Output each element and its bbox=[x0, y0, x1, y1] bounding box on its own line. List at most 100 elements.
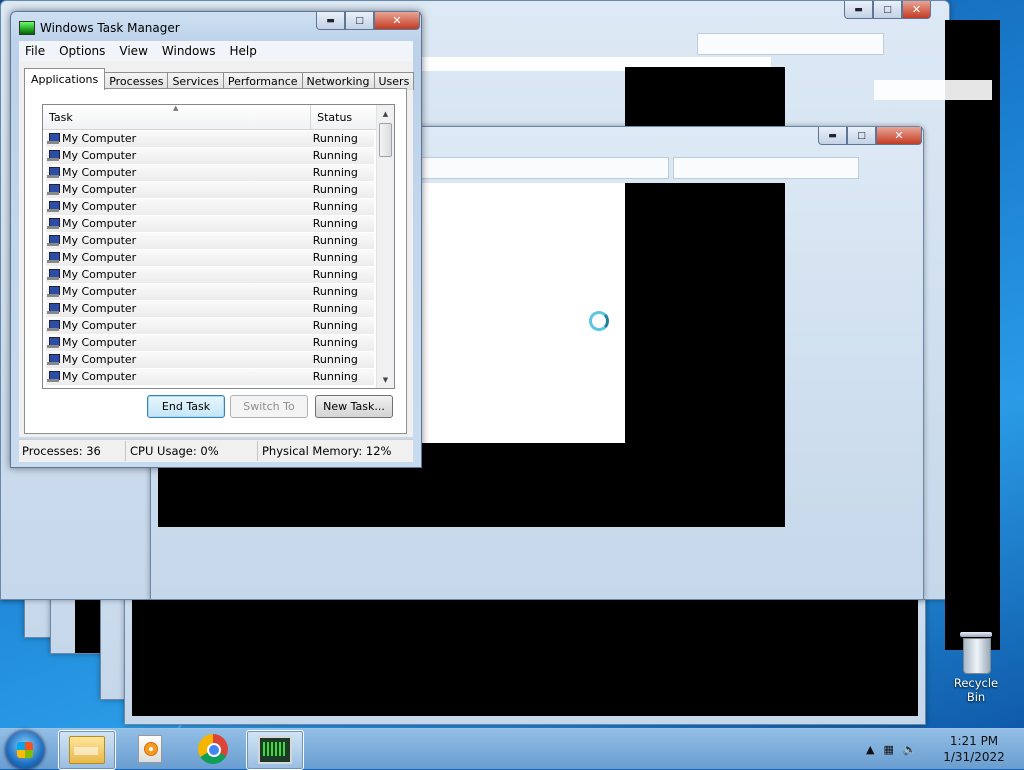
switch-to-button[interactable]: Switch To bbox=[230, 395, 308, 418]
table-row[interactable]: My Computer Running bbox=[46, 215, 374, 232]
column-header-status[interactable]: Status bbox=[311, 105, 376, 129]
taskbar-task-manager[interactable] bbox=[246, 730, 304, 770]
task-cell: My Computer bbox=[46, 351, 309, 368]
computer-icon bbox=[47, 133, 60, 144]
status-cell: Running bbox=[308, 130, 374, 147]
table-row[interactable]: My Computer Running bbox=[46, 164, 374, 181]
table-row[interactable]: My Computer Running bbox=[46, 198, 374, 215]
task-cell: My Computer bbox=[46, 300, 309, 317]
computer-icon bbox=[47, 235, 60, 246]
windows-explorer-icon bbox=[69, 736, 105, 764]
recycle-bin-icon bbox=[960, 632, 992, 674]
list-header: ▲ Task Status bbox=[43, 105, 376, 130]
status-cell: Running bbox=[308, 249, 374, 266]
maximize-button[interactable]: □ bbox=[345, 12, 374, 30]
end-task-button[interactable]: End Task bbox=[147, 395, 225, 418]
table-row[interactable]: My Computer Running bbox=[46, 181, 374, 198]
table-row[interactable]: My Computer Running bbox=[46, 283, 374, 300]
recycle-bin[interactable]: Recycle Bin bbox=[944, 632, 1008, 704]
start-button[interactable] bbox=[6, 731, 44, 769]
column-header-task-label: Task bbox=[49, 110, 73, 124]
caption-buttons: ▬ □ ✕ bbox=[844, 1, 931, 19]
status-cell: Running bbox=[308, 351, 374, 368]
task-manager-window: Windows Task Manager ▬ □ ✕ File Options … bbox=[10, 11, 422, 468]
menu-help[interactable]: Help bbox=[223, 44, 264, 58]
task-cell: My Computer bbox=[46, 334, 309, 351]
minimize-button[interactable]: ▬ bbox=[316, 12, 345, 30]
desktop: ▬ □ ✕ ▬ □ ✕ Recycle Bin Windows Task Man… bbox=[0, 0, 1024, 728]
network-icon[interactable]: ▦ bbox=[883, 743, 893, 756]
clock-date: 1/31/2022 bbox=[943, 750, 1005, 764]
tab-applications[interactable]: Applications bbox=[24, 68, 106, 90]
column-header-task[interactable]: ▲ Task bbox=[43, 105, 312, 129]
caption-buttons: ▬ □ ✕ bbox=[818, 127, 922, 145]
task-cell: My Computer bbox=[46, 317, 309, 334]
task-name: My Computer bbox=[62, 319, 137, 332]
table-row[interactable]: My Computer Running bbox=[46, 300, 374, 317]
vertical-scrollbar[interactable]: ▲ ▼ bbox=[376, 105, 394, 388]
status-cell: Running bbox=[308, 266, 374, 283]
table-row[interactable]: My Computer Running bbox=[46, 147, 374, 164]
minimize-button[interactable]: ▬ bbox=[818, 127, 847, 145]
address-bar[interactable] bbox=[697, 33, 884, 55]
table-row[interactable]: My Computer Running bbox=[46, 266, 374, 283]
new-task-button[interactable]: New Task... bbox=[315, 395, 393, 418]
scroll-thumb[interactable] bbox=[379, 123, 392, 157]
table-row[interactable]: My Computer Running bbox=[46, 130, 374, 147]
clock[interactable]: 1:21 PM 1/31/2022 bbox=[940, 733, 1008, 765]
status-cell: Running bbox=[308, 198, 374, 215]
ghost-window-black bbox=[945, 20, 1000, 650]
table-row[interactable]: My Computer Running bbox=[46, 249, 374, 266]
menu-view[interactable]: View bbox=[113, 44, 155, 58]
volume-icon[interactable]: 🔈 bbox=[903, 743, 917, 756]
status-cpu: CPU Usage: 0% bbox=[126, 441, 258, 461]
show-hidden-icons-icon[interactable]: ▲ bbox=[866, 743, 874, 756]
task-rows: My Computer Running My Computer Running My C… bbox=[46, 130, 374, 385]
maximize-button[interactable]: □ bbox=[847, 127, 876, 145]
maximize-button[interactable]: □ bbox=[873, 1, 902, 19]
table-row[interactable]: My Computer Running bbox=[46, 351, 374, 368]
task-cell: My Computer bbox=[46, 147, 309, 164]
client-area: Applications Processes Services Performa… bbox=[19, 61, 415, 437]
scroll-down-icon[interactable]: ▼ bbox=[377, 371, 394, 388]
task-cell: My Computer bbox=[46, 249, 309, 266]
task-list[interactable]: ▲ Task Status My Computer Running My Compu… bbox=[42, 104, 395, 389]
search-box[interactable] bbox=[673, 157, 859, 179]
taskbar-explorer[interactable] bbox=[58, 730, 116, 770]
status-memory: Physical Memory: 12% bbox=[262, 444, 392, 458]
task-name: My Computer bbox=[62, 370, 137, 383]
task-cell: My Computer bbox=[46, 215, 309, 232]
computer-icon bbox=[47, 286, 60, 297]
status-cell: Running bbox=[308, 232, 374, 249]
busy-cursor-icon bbox=[589, 311, 609, 331]
computer-icon bbox=[47, 167, 60, 178]
scroll-up-icon[interactable]: ▲ bbox=[377, 105, 394, 122]
close-button[interactable]: ✕ bbox=[876, 127, 922, 145]
address-bar[interactable] bbox=[419, 157, 669, 179]
task-manager-icon bbox=[19, 21, 35, 35]
computer-icon bbox=[47, 184, 60, 195]
taskbar-media-player[interactable] bbox=[122, 730, 178, 768]
computer-icon bbox=[47, 337, 60, 348]
task-cell: My Computer bbox=[46, 283, 309, 300]
menu-file[interactable]: File bbox=[19, 44, 53, 58]
task-name: My Computer bbox=[62, 149, 137, 162]
table-row[interactable]: My Computer Running bbox=[46, 334, 374, 351]
table-row[interactable]: My Computer Running bbox=[46, 232, 374, 249]
task-name: My Computer bbox=[62, 268, 137, 281]
menu-windows[interactable]: Windows bbox=[156, 44, 224, 58]
media-player-icon bbox=[138, 735, 162, 763]
minimize-button[interactable]: ▬ bbox=[844, 1, 873, 19]
chrome-icon bbox=[198, 734, 228, 764]
computer-icon bbox=[47, 252, 60, 263]
close-button[interactable]: ✕ bbox=[374, 12, 420, 30]
close-button[interactable]: ✕ bbox=[902, 1, 931, 19]
task-name: My Computer bbox=[62, 132, 137, 145]
menu-options[interactable]: Options bbox=[53, 44, 113, 58]
computer-icon bbox=[47, 218, 60, 229]
recycle-bin-label: Recycle Bin bbox=[953, 676, 999, 704]
table-row[interactable]: My Computer Running bbox=[46, 368, 374, 385]
table-row[interactable]: My Computer Running bbox=[46, 317, 374, 334]
computer-icon bbox=[47, 150, 60, 161]
taskbar-chrome[interactable] bbox=[185, 730, 241, 768]
